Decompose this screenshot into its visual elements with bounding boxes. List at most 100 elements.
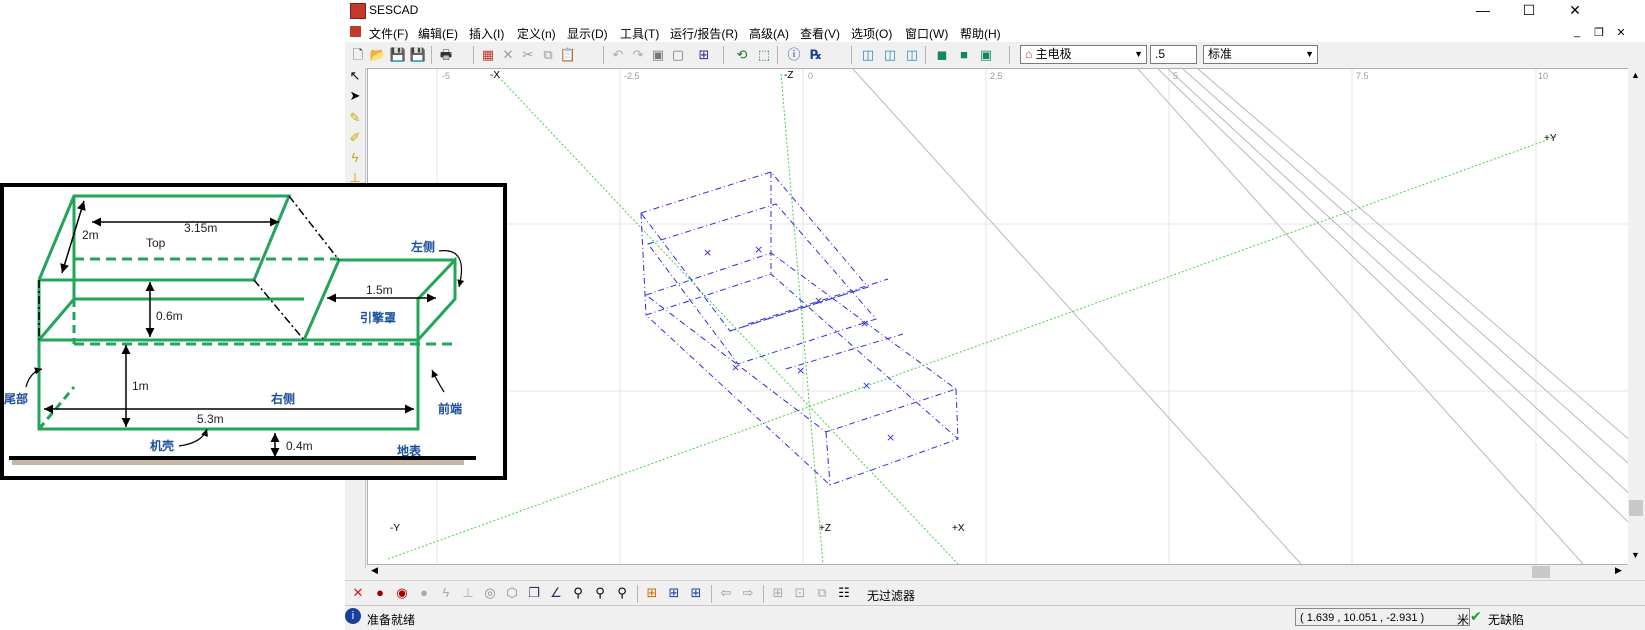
grid-2-icon[interactable]: ⊞ — [665, 584, 683, 602]
document-icon[interactable] — [350, 26, 361, 37]
undo-icon[interactable]: ↶ — [609, 46, 627, 63]
bottom-toolbar: ✕ ● ◉ ● ϟ ⊥ ◎ ⬡ ❐ ∠ ⚲ ⚲ ⚲ ⊞ ⊞ ⊞ ⇦ ⇨ ⊞ ⊡ … — [345, 580, 1645, 605]
menu-tools[interactable]: 工具(T) — [620, 25, 659, 42]
arrow-right-icon[interactable]: ⇨ — [739, 584, 757, 602]
pencil-icon[interactable]: ✎ — [347, 110, 363, 126]
ground-icon[interactable]: ⊥ — [459, 584, 477, 602]
zoom-disabled-icon[interactable]: ⊡ — [791, 584, 809, 602]
scroll-down-icon[interactable]: ▼ — [1631, 550, 1640, 560]
scroll-left-icon[interactable]: ◀ — [371, 565, 378, 576]
label-lower-height: 1m — [132, 379, 149, 393]
view-xz-icon[interactable]: ◫ — [881, 46, 899, 63]
paste-icon[interactable]: 📋 — [559, 46, 577, 63]
coord-z: -2.931 — [1386, 612, 1418, 624]
value-input[interactable]: .5 — [1150, 45, 1197, 64]
view-yz-icon[interactable]: ◫ — [903, 46, 921, 63]
rx-icon[interactable]: ℞ — [807, 46, 825, 63]
scroll-right-icon[interactable]: ▶ — [1615, 565, 1622, 576]
electrode-select[interactable]: ⌂ 主电极 ▼ — [1020, 45, 1147, 64]
menu-edit[interactable]: 编辑(E) — [418, 25, 458, 42]
diagram-canvas: Top 3.15m 2m 0.6m 1m 1.5m 5.3m 0.4m 左侧 引… — [4, 194, 476, 465]
find-next-icon[interactable]: ⚲ — [591, 584, 609, 602]
menu-define[interactable]: 定义(n) — [517, 25, 556, 42]
view-3d-icon[interactable]: ◼ — [933, 46, 951, 63]
cut-icon[interactable]: ✂ — [519, 46, 537, 63]
view-xy-icon[interactable]: ◫ — [859, 46, 877, 63]
horizontal-scrollbar[interactable]: ◀ ▶ — [367, 565, 1627, 579]
pointer-icon[interactable]: ↖ — [347, 68, 363, 84]
grid-disabled-icon[interactable]: ⊞ — [769, 584, 787, 602]
mdi-close-button[interactable]: ✕ — [1613, 26, 1629, 39]
rotate-icon[interactable]: ⟲ — [733, 46, 751, 63]
scroll-thumb[interactable] — [1629, 500, 1643, 516]
style-select[interactable]: 标准 ▼ — [1203, 45, 1318, 64]
axes — [387, 73, 1559, 564]
redo-icon[interactable]: ↷ — [629, 46, 647, 63]
layer-disabled-icon[interactable]: ⧉ — [813, 584, 831, 602]
angle-icon[interactable]: ∠ — [547, 584, 565, 602]
target-icon[interactable]: ◎ — [481, 584, 499, 602]
scroll-thumb[interactable] — [1532, 566, 1550, 578]
mdi-restore-button[interactable]: ❐ — [1591, 26, 1607, 39]
filter-label[interactable]: 无过滤器 — [867, 587, 915, 604]
x-tick-label: 7.5 — [1356, 71, 1369, 81]
list-icon[interactable]: ☷ — [835, 584, 853, 602]
view-frame-icon[interactable]: ▣ — [977, 46, 995, 63]
menu-insert[interactable]: 插入(I) — [469, 25, 504, 42]
menu-run-report[interactable]: 运行/报告(R) — [670, 25, 738, 42]
ungroup-icon[interactable]: ▢ — [669, 46, 687, 63]
coordinate-readout: ( 1.639 , 10.051 , -2.931 ) — [1295, 608, 1470, 626]
record-icon[interactable]: ● — [371, 584, 389, 602]
copy-icon[interactable]: ⧉ — [539, 46, 557, 63]
grid-3-icon[interactable]: ⊞ — [687, 584, 705, 602]
menu-display[interactable]: 显示(D) — [567, 25, 608, 42]
menu-options[interactable]: 选项(O) — [851, 25, 892, 42]
group-icon[interactable]: ▣ — [649, 46, 667, 63]
toolbar-separator — [777, 46, 778, 64]
svg-text:×: × — [754, 243, 763, 256]
select-region-icon[interactable]: ⊞ — [695, 46, 713, 63]
info-icon[interactable]: ⓘ — [785, 46, 803, 63]
arrow-left-icon[interactable]: ⇦ — [717, 584, 735, 602]
status-message: 准备就绪 — [367, 613, 416, 627]
label-ground-clearance: 0.4m — [286, 439, 313, 453]
maximize-button[interactable]: ☐ — [1506, 0, 1552, 22]
menu-window[interactable]: 窗口(W) — [905, 25, 948, 42]
select-arrow-icon[interactable]: ➤ — [347, 88, 363, 104]
open-folder-icon[interactable]: 📂 — [369, 46, 387, 63]
menu-file[interactable]: 文件(F) — [369, 25, 408, 42]
menu-help[interactable]: 帮助(H) — [960, 25, 1001, 42]
save-all-icon[interactable]: 💾 — [409, 46, 427, 63]
app-icon — [350, 3, 366, 19]
find-icon[interactable]: ⚲ — [569, 584, 587, 602]
toolbar-separator — [603, 46, 604, 64]
minimize-button[interactable]: — — [1460, 0, 1506, 22]
viewport-3d[interactable]: -5 -2.5 0 2.5 5 7.5 10 × × × × × × × × -… — [367, 68, 1645, 565]
scroll-up-icon[interactable]: ▲ — [1631, 70, 1640, 80]
brush-icon[interactable]: ✐ — [347, 130, 363, 146]
cube-icon[interactable]: ⬡ — [503, 584, 521, 602]
save-icon[interactable]: 💾 — [389, 46, 407, 63]
palette-icon[interactable]: ▦ — [479, 46, 497, 63]
delete-icon[interactable]: ✕ — [349, 584, 367, 602]
style-select-value: 标准 — [1208, 47, 1233, 61]
circle-icon[interactable]: ● — [415, 584, 433, 602]
close-button[interactable]: ✕ — [1552, 0, 1598, 22]
new-file-icon[interactable]: 🗋 — [349, 46, 367, 63]
delete-icon[interactable]: ✕ — [499, 46, 517, 63]
menu-view[interactable]: 查看(V) — [800, 25, 840, 42]
mdi-minimize-button[interactable]: _ — [1569, 26, 1585, 38]
coord-y: 10.051 — [1343, 612, 1378, 624]
transform-icon[interactable]: ⬚ — [755, 46, 773, 63]
hidden-edges — [38, 195, 340, 341]
lightning-icon[interactable]: ϟ — [437, 584, 455, 602]
print-icon[interactable]: 🖶 — [437, 46, 455, 63]
menu-advanced[interactable]: 高级(A) — [749, 25, 789, 42]
find-all-icon[interactable]: ⚲ — [613, 584, 631, 602]
view-solid-icon[interactable]: ■ — [955, 46, 973, 63]
grid-1-icon[interactable]: ⊞ — [643, 584, 661, 602]
lightning-icon[interactable]: ϟ — [347, 150, 363, 166]
record-stop-icon[interactable]: ◉ — [393, 584, 411, 602]
layers-icon[interactable]: ❐ — [525, 584, 543, 602]
vertical-scrollbar[interactable]: ▲ ▼ — [1628, 68, 1645, 565]
